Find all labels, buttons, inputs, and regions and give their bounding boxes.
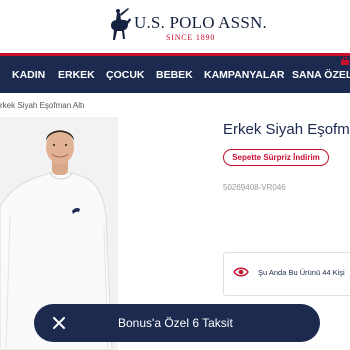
brand-name: U.S. POLO ASSN.	[134, 13, 267, 32]
eye-icon	[233, 267, 249, 277]
product-sku: 50269408-VR046	[223, 183, 286, 192]
breadcrumb[interactable]: rkek Siyah Eşofman Altı	[0, 101, 84, 110]
brand-since: SINCE 1890	[166, 33, 216, 42]
bonus-installment-banner[interactable]: Bonus'a Özel 6 Taksit	[34, 304, 320, 342]
site-header: U.S. POLO ASSN. SINCE 1890	[0, 0, 350, 52]
nav-item-kadin[interactable]: KADIN	[12, 69, 45, 81]
product-title: Erkek Siyah Eşofma	[223, 121, 350, 138]
nav-item-bebek[interactable]: BEBEK	[156, 69, 193, 81]
surprise-discount-badge: Sepette Sürpriz İndirim	[223, 149, 329, 166]
nav-item-cocuk[interactable]: ÇOCUK	[106, 69, 145, 81]
viewers-count-text: Şu Anda Bu Ürünü 44 Kişi	[258, 268, 345, 277]
bonus-installment-label: Bonus'a Özel 6 Taksit	[118, 316, 233, 330]
polo-player-icon	[110, 8, 131, 40]
nav-item-erkek[interactable]: ERKEK	[58, 69, 95, 81]
brand-logo[interactable]: U.S. POLO ASSN. SINCE 1890	[108, 6, 267, 46]
nav-item-sana-ozel[interactable]: SANA ÖZEL	[292, 69, 350, 81]
lock-icon	[341, 57, 349, 65]
close-icon[interactable]	[53, 317, 65, 329]
nav-item-kampanyalar[interactable]: KAMPANYALAR	[204, 69, 285, 81]
main-navigation: KADIN ERKEK ÇOCUK BEBEK KAMPANYALAR SANA…	[0, 56, 350, 93]
